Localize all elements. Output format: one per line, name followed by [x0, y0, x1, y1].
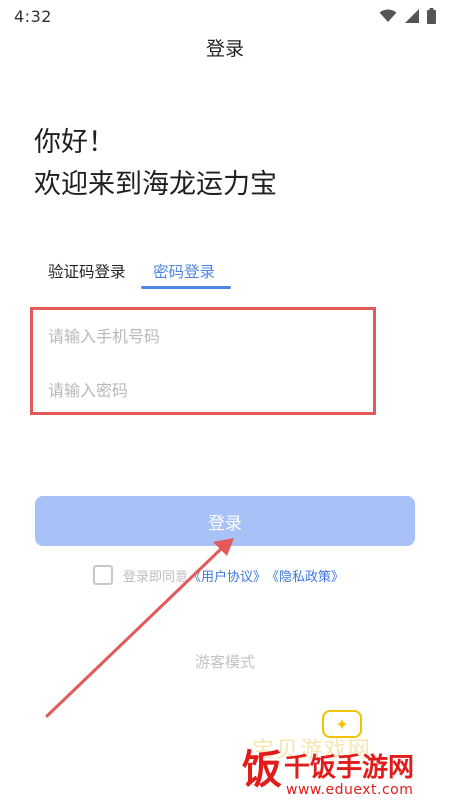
page-title: 登录: [205, 38, 244, 60]
greeting-welcome: 欢迎来到海龙运力宝: [34, 169, 277, 200]
watermark-url: www.eduext.com: [286, 782, 414, 798]
tab-sms-login[interactable]: 验证码登录: [48, 260, 126, 282]
status-bar: 4:32: [0, 0, 450, 32]
greeting: 你好！ 欢迎来到海龙运力宝: [34, 122, 277, 206]
tab-password-login[interactable]: 密码登录: [153, 260, 215, 282]
agreement-checkbox[interactable]: [93, 565, 113, 585]
greeting-hello: 你好！: [34, 127, 115, 158]
phone-input[interactable]: [48, 320, 358, 352]
status-time: 4:32: [14, 6, 52, 26]
agreement-text: 登录即同意: [123, 569, 189, 585]
watermark-title: 千饭手游网: [284, 753, 415, 783]
battery-icon: [427, 8, 436, 24]
active-tab-indicator: [141, 286, 231, 289]
status-icons: [379, 8, 436, 24]
user-agreement-link[interactable]: 《用户协议》: [188, 566, 266, 585]
guest-mode-link[interactable]: 游客模式: [0, 651, 450, 672]
wifi-icon: [379, 9, 397, 22]
credentials-highlight-box: [30, 307, 376, 415]
login-button[interactable]: 登录: [35, 496, 415, 546]
login-tabs: 验证码登录 密码登录: [40, 260, 260, 296]
password-input[interactable]: [48, 374, 358, 406]
agreement-row: 登录即同意 《用户协议》 《隐私政策》: [93, 565, 344, 585]
watermark: ✦ 宝贝游戏网 饭 千饭手游网 www.eduext.com: [240, 700, 450, 800]
privacy-policy-link[interactable]: 《隐私政策》: [266, 566, 344, 585]
watermark-logo: 饭: [242, 747, 282, 793]
signal-icon: [405, 9, 419, 23]
